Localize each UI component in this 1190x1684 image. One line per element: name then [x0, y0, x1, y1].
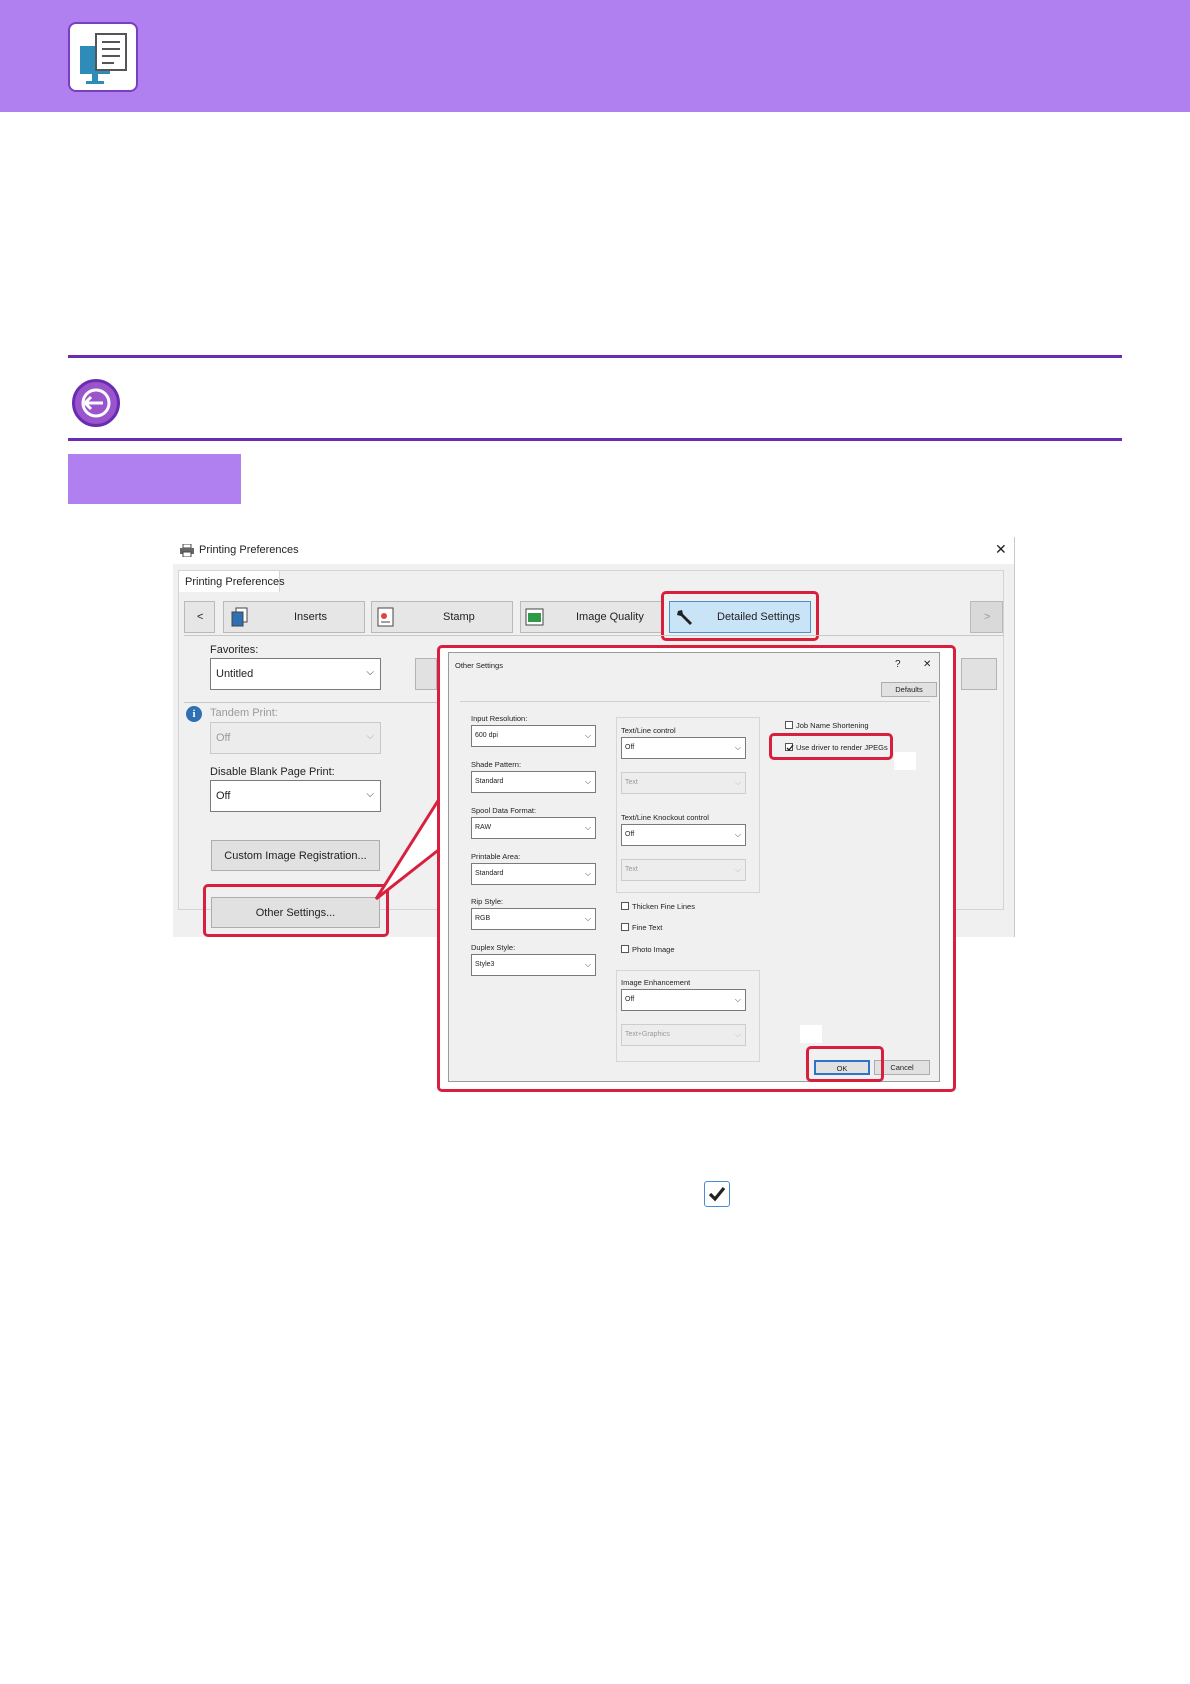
printable-area-select[interactable]: Standard ⌵	[471, 863, 596, 885]
chevron-down-icon: ⌵	[734, 865, 741, 874]
dialog-divider	[460, 701, 930, 702]
duplex-style-value: Style3	[475, 961, 495, 968]
spool-data-format-value: RAW	[475, 824, 492, 831]
fine-text-label: Fine Text	[632, 923, 663, 932]
image-enhancement-sub-select[interactable]: Text+Graphics ⌵	[621, 1024, 746, 1046]
job-name-shortening-checkbox[interactable]	[785, 721, 793, 729]
thicken-fine-lines-label: Thicken Fine Lines	[632, 902, 695, 911]
printable-area-value: Standard	[475, 870, 504, 877]
photo-image-label: Photo Image	[632, 945, 675, 954]
other-settings-dialog: Other Settings ? ✕ Defaults Input Resolu…	[448, 652, 940, 1082]
image-enhancement-select[interactable]: Off ⌵	[621, 989, 746, 1011]
image-enhancement-value: Off	[625, 996, 635, 1003]
shade-pattern-select[interactable]: Standard ⌵	[471, 771, 596, 793]
photo-image-checkbox[interactable]	[621, 945, 629, 953]
highlight-ok-button	[806, 1046, 884, 1082]
text-line-knockout-sub-select[interactable]: Text ⌵	[621, 859, 746, 881]
marker-box	[894, 752, 916, 770]
defaults-button[interactable]: Defaults	[881, 682, 937, 697]
highlight-use-driver-jpegs	[769, 733, 893, 760]
printable-area-label: Printable Area:	[471, 852, 521, 861]
chevron-down-icon: ⌵	[584, 869, 591, 878]
text-line-knockout-sub-value: Text	[625, 866, 638, 873]
spool-data-format-select[interactable]: RAW ⌵	[471, 817, 596, 839]
chevron-down-icon: ⌵	[734, 830, 741, 839]
dialog-close-icon[interactable]: ✕	[923, 659, 931, 670]
shade-pattern-value: Standard	[475, 778, 504, 785]
chevron-down-icon: ⌵	[584, 823, 591, 832]
chevron-down-icon: ⌵	[584, 960, 591, 969]
text-line-sub-select[interactable]: Text ⌵	[621, 772, 746, 794]
duplex-style-label: Duplex Style:	[471, 943, 516, 952]
chevron-down-icon: ⌵	[584, 731, 591, 740]
text-line-control-label: Text/Line control	[621, 726, 676, 735]
chevron-down-icon: ⌵	[734, 778, 741, 787]
marker-box	[800, 1025, 822, 1043]
fine-text-checkbox[interactable]	[621, 923, 629, 931]
text-line-control-select[interactable]: Off ⌵	[621, 737, 746, 759]
dialog-title: Other Settings	[455, 661, 503, 670]
image-enhancement-label: Image Enhancement	[621, 978, 691, 987]
text-line-control-value: Off	[625, 744, 635, 751]
job-name-shortening-label: Job Name Shortening	[796, 721, 869, 730]
text-line-knockout-label: Text/Line Knockout control	[621, 813, 709, 822]
duplex-style-select[interactable]: Style3 ⌵	[471, 954, 596, 976]
chevron-down-icon: ⌵	[734, 743, 741, 752]
chevron-down-icon: ⌵	[734, 1030, 741, 1039]
rip-style-value: RGB	[475, 915, 491, 922]
shade-pattern-label: Shade Pattern:	[471, 760, 522, 769]
image-enhancement-sub-value: Text+Graphics	[625, 1031, 670, 1038]
rip-style-label: Rip Style:	[471, 897, 504, 906]
input-resolution-value: 600 dpi	[475, 732, 498, 739]
input-resolution-label: Input Resolution:	[471, 714, 528, 723]
text-line-knockout-select[interactable]: Off ⌵	[621, 824, 746, 846]
input-resolution-select[interactable]: 600 dpi ⌵	[471, 725, 596, 747]
help-icon[interactable]: ?	[895, 659, 901, 670]
text-line-sub-value: Text	[625, 779, 638, 786]
text-line-knockout-value: Off	[625, 831, 635, 838]
chevron-down-icon: ⌵	[584, 777, 591, 786]
thicken-fine-lines-checkbox[interactable]	[621, 902, 629, 910]
checked-checkbox-icon	[704, 1181, 730, 1207]
chevron-down-icon: ⌵	[584, 914, 591, 923]
chevron-down-icon: ⌵	[734, 995, 741, 1004]
spool-data-format-label: Spool Data Format:	[471, 806, 537, 815]
rip-style-select[interactable]: RGB ⌵	[471, 908, 596, 930]
